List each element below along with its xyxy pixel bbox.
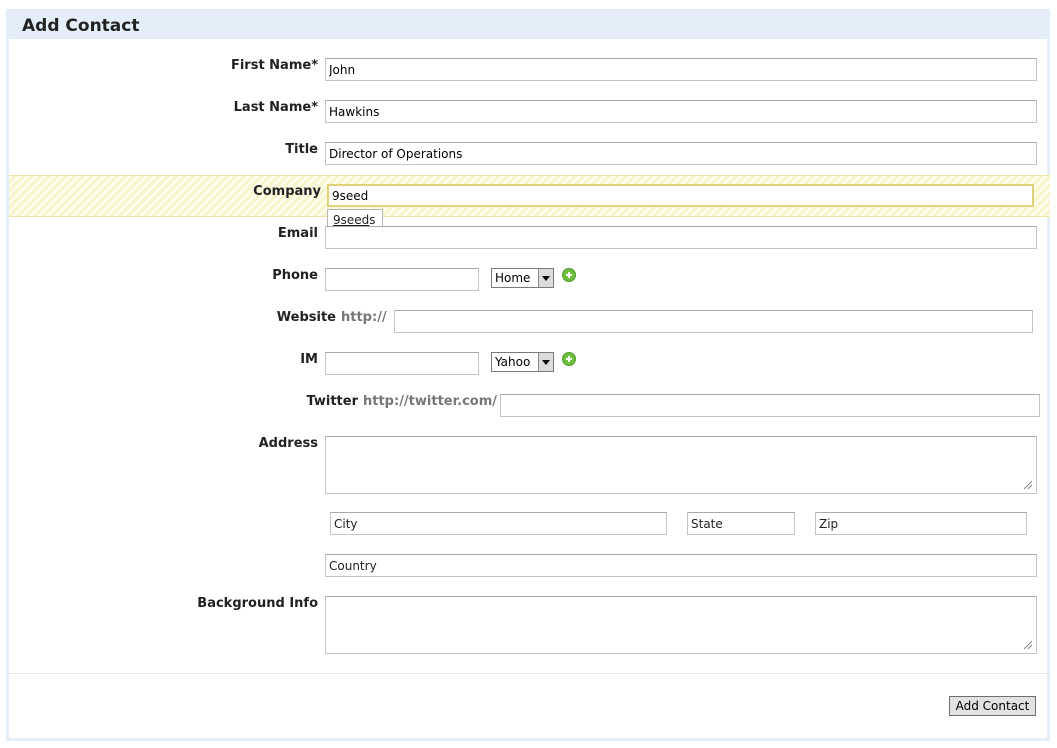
address-label: Address — [258, 436, 318, 451]
chevron-down-icon — [538, 353, 553, 371]
first-name-label: First Name* — [230, 58, 318, 73]
twitter-prefix: http://twitter.com/ — [363, 394, 498, 409]
city-input[interactable] — [330, 512, 667, 535]
panel-header — [6, 9, 1050, 39]
state-input[interactable] — [687, 512, 795, 535]
website-label: Website — [276, 310, 336, 325]
email-label: Email — [277, 226, 318, 241]
email-input[interactable] — [325, 226, 1037, 249]
country-input[interactable] — [325, 554, 1037, 577]
background-info-textarea[interactable] — [325, 596, 1037, 654]
suggestion-match: 9seed — [333, 213, 370, 227]
website-prefix: http:// — [341, 310, 387, 325]
phone-input[interactable] — [325, 268, 479, 291]
company-label: Company — [253, 184, 321, 199]
last-name-label: Last Name* — [233, 100, 318, 115]
add-circle-icon[interactable] — [562, 268, 576, 282]
add-contact-button[interactable]: Add Contact — [949, 696, 1036, 716]
resize-grip-icon[interactable] — [1021, 638, 1033, 650]
title-input[interactable] — [325, 142, 1037, 165]
last-name-input[interactable] — [325, 100, 1037, 123]
resize-grip-icon[interactable] — [1021, 478, 1033, 490]
company-input[interactable] — [327, 184, 1034, 207]
im-type-value: Yahoo — [495, 355, 531, 369]
im-input[interactable] — [325, 352, 479, 375]
twitter-label: Twitter — [306, 394, 358, 409]
background-info-label: Background Info — [197, 596, 318, 611]
suggestion-rest: s — [369, 213, 376, 227]
title-label: Title — [285, 142, 318, 157]
add-circle-icon[interactable] — [562, 352, 576, 366]
twitter-input[interactable] — [500, 394, 1040, 417]
address-textarea[interactable] — [325, 436, 1037, 494]
im-label: IM — [300, 352, 318, 367]
im-type-select[interactable]: Yahoo — [491, 352, 554, 372]
divider — [9, 673, 1050, 674]
phone-type-value: Home — [495, 271, 531, 285]
website-input[interactable] — [394, 310, 1033, 333]
first-name-input[interactable] — [325, 58, 1037, 81]
page-title: Add Contact — [22, 16, 140, 36]
phone-label: Phone — [272, 268, 318, 283]
zip-input[interactable] — [815, 512, 1027, 535]
phone-type-select[interactable]: Home — [491, 268, 554, 288]
chevron-down-icon — [538, 269, 553, 287]
